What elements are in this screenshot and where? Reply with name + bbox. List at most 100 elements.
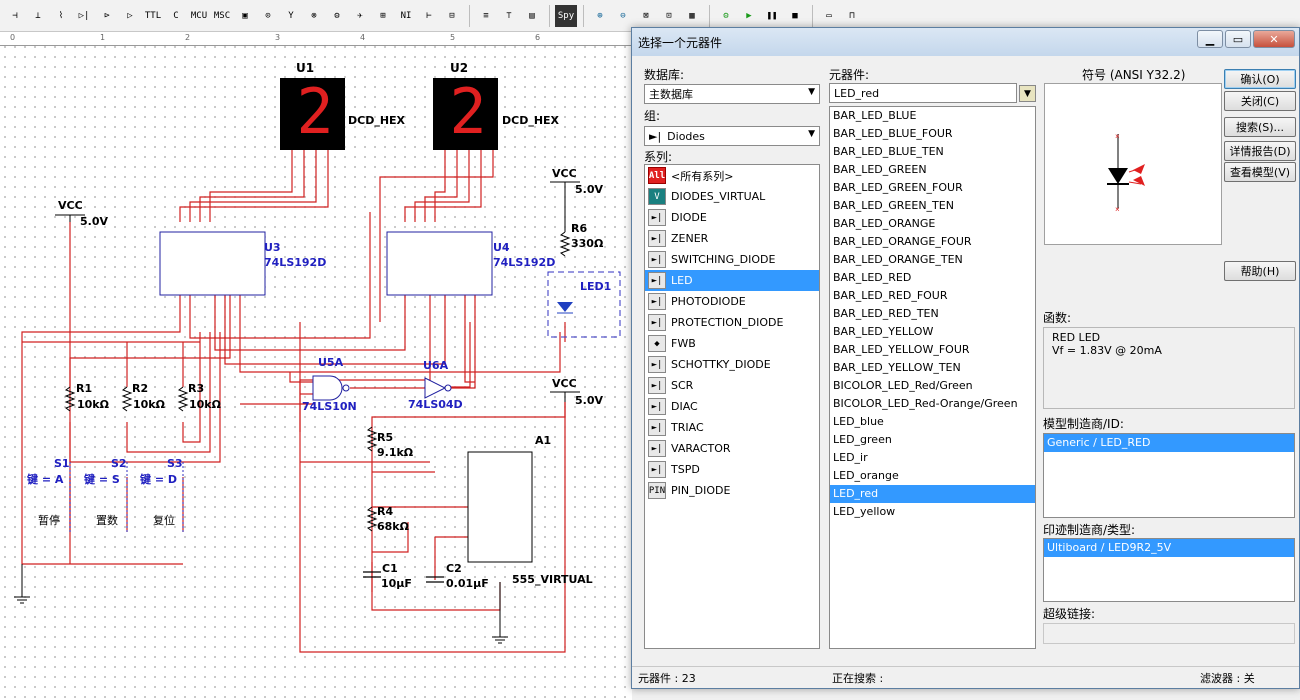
family-item-tspd[interactable]: ►| TSPD [645,459,819,480]
component-item[interactable]: LED_ir [830,449,1035,467]
resistor-icon[interactable]: ⌇ [50,5,72,27]
misc-icon[interactable]: ⊗ [303,5,325,27]
c2-value: 0.01μF [446,577,489,590]
ttl-icon[interactable]: TTL [142,5,164,27]
component-item[interactable]: LED_green [830,431,1035,449]
maximize-icon[interactable]: ▭ [1225,30,1251,48]
power-icon[interactable]: Y [280,5,302,27]
component-item[interactable]: BAR_LED_ORANGE_FOUR [830,233,1035,251]
component-item[interactable]: BAR_LED_GREEN_FOUR [830,179,1035,197]
component-item[interactable]: BAR_LED_BLUE_FOUR [830,125,1035,143]
family-item-zener[interactable]: ►| ZENER [645,228,819,249]
component-item[interactable]: BAR_LED_YELLOW_TEN [830,359,1035,377]
close-button[interactable]: 关闭(C) [1224,91,1296,111]
analog-icon[interactable]: ▷ [119,5,141,27]
component-item[interactable]: LED_blue [830,413,1035,431]
advanced-peripherals-icon[interactable]: ⚙ [326,5,348,27]
hyperlink-field[interactable] [1043,623,1295,644]
family-item-label: TSPD [671,463,700,476]
footprint-list[interactable]: Ultiboard / LED9R2_5V [1043,538,1295,602]
family-item-schottky-diode[interactable]: ►| SCHOTTKY_DIODE [645,354,819,375]
toggle-icon[interactable]: ⊓ [841,5,863,27]
source-icon[interactable]: ⊣ [4,5,26,27]
footprint-item[interactable]: Ultiboard / LED9R2_5V [1044,539,1294,557]
close-icon[interactable]: ✕ [1253,30,1295,48]
run-icon[interactable]: ⚙ [715,5,737,27]
component-item[interactable]: BAR_LED_RED_FOUR [830,287,1035,305]
indicator-icon[interactable]: ⊙ [257,5,279,27]
component-item[interactable]: BAR_LED_YELLOW [830,323,1035,341]
component-item[interactable]: BAR_LED_BLUE [830,107,1035,125]
connector-icon[interactable]: ⊢ [418,5,440,27]
spy-icon[interactable]: Spy [555,4,577,27]
family-icon: ►| [648,314,666,331]
ground-icon[interactable]: ⊥ [27,5,49,27]
component-item[interactable]: BAR_LED_RED_TEN [830,305,1035,323]
model-list[interactable]: Generic / LED_RED [1043,433,1295,518]
component-item[interactable]: BAR_LED_YELLOW_FOUR [830,341,1035,359]
zoom-fit-icon[interactable]: ⊡ [658,5,680,27]
family-item-photodiode[interactable]: ►| PHOTODIODE [645,291,819,312]
component-item[interactable]: BAR_LED_GREEN [830,161,1035,179]
component-search-input[interactable]: LED_red [829,83,1017,103]
component-item[interactable]: BAR_LED_GREEN_TEN [830,197,1035,215]
ok-button[interactable]: 确认(O) [1224,69,1296,89]
component-list[interactable]: BAR_LED_BLUE BAR_LED_BLUE_FOUR BAR_LED_BLU… [829,106,1036,649]
electromech-icon[interactable]: ⊞ [372,5,394,27]
component-item[interactable]: BICOLOR_LED_Red-Orange/Green [830,395,1035,413]
diode-icon[interactable]: ▷| [73,5,95,27]
database-select[interactable]: 主数据库 ▼ [644,84,820,104]
component-item[interactable]: BICOLOR_LED_Red/Green [830,377,1035,395]
zoom-area-icon[interactable]: ⊠ [635,5,657,27]
family-item-led[interactable]: ►| LED [645,270,819,291]
zoom-in-icon[interactable]: ⊕ [589,5,611,27]
mixed-icon[interactable]: ▣ [234,5,256,27]
detail-report-button[interactable]: 详情报告(D) [1224,141,1296,161]
spreadsheet-icon[interactable]: ▤ [521,5,543,27]
family-list[interactable]: All <所有系列> V DIODES_VIRTUAL ►| DIODE ►| ZENER ►|… [644,164,820,649]
mcu-icon[interactable]: MCU [188,5,210,27]
probe-settings-icon[interactable]: ▭ [818,5,840,27]
transistor-icon[interactable]: ⊳ [96,5,118,27]
schematic-canvas[interactable]: 012 345 6 U1 U2 2 2 DCD_HEX DCD_HEX U3 7… [0,32,632,700]
rf-icon[interactable]: ✈ [349,5,371,27]
family-icon: ►| [648,272,666,289]
family-item-triac[interactable]: ►| TRIAC [645,417,819,438]
component-item[interactable]: BAR_LED_BLUE_TEN [830,143,1035,161]
family-item-scr[interactable]: ►| SCR [645,375,819,396]
ni-component-icon[interactable]: NI [395,5,417,27]
family-item-protection-diode[interactable]: ►| PROTECTION_DIODE [645,312,819,333]
component-item[interactable]: BAR_LED_RED [830,269,1035,287]
component-item[interactable]: LED_orange [830,467,1035,485]
minimize-icon[interactable]: ▁ [1197,30,1223,48]
family-item-diodes-virtual[interactable]: V DIODES_VIRTUAL [645,186,819,207]
component-item[interactable]: BAR_LED_ORANGE [830,215,1035,233]
filter-icon[interactable]: ▼ [1019,85,1036,102]
stop-icon[interactable]: ■ [784,5,806,27]
family-item-[interactable]: All <所有系列> [645,165,819,186]
component-item[interactable]: BAR_LED_ORANGE_TEN [830,251,1035,269]
play-icon[interactable]: ▶ [738,5,760,27]
search-button[interactable]: 搜索(S)... [1224,117,1296,137]
hier-block-icon[interactable]: ⊟ [441,5,463,27]
zoom-out-icon[interactable]: ⊖ [612,5,634,27]
family-item-fwb[interactable]: ◆ FWB [645,333,819,354]
model-item[interactable]: Generic / LED_RED [1044,434,1294,452]
view-model-button[interactable]: 查看模型(V) [1224,162,1296,182]
family-item-varactor[interactable]: ►| VARACTOR [645,438,819,459]
component-item[interactable]: LED_red [830,485,1035,503]
family-item-pin-diode[interactable]: PIN PIN_DIODE [645,480,819,501]
component-item[interactable]: LED_yellow [830,503,1035,521]
pause-icon[interactable]: ❚❚ [761,5,783,27]
help-button[interactable]: 帮助(H) [1224,261,1296,281]
misc-digital-icon[interactable]: MSC [211,5,233,27]
family-item-diac[interactable]: ►| DIAC [645,396,819,417]
cmos-icon[interactable]: C [165,5,187,27]
dialog-titlebar[interactable]: 选择一个元器件 ▁ ▭ ✕ [632,28,1299,56]
family-item-switching-diode[interactable]: ►| SWITCHING_DIODE [645,249,819,270]
bus-icon[interactable]: ≡ [475,5,497,27]
family-item-diode[interactable]: ►| DIODE [645,207,819,228]
full-screen-icon[interactable]: ▦ [681,5,703,27]
probe-icon[interactable]: ⊤ [498,5,520,27]
group-select[interactable]: ►| Diodes ▼ [644,126,820,146]
